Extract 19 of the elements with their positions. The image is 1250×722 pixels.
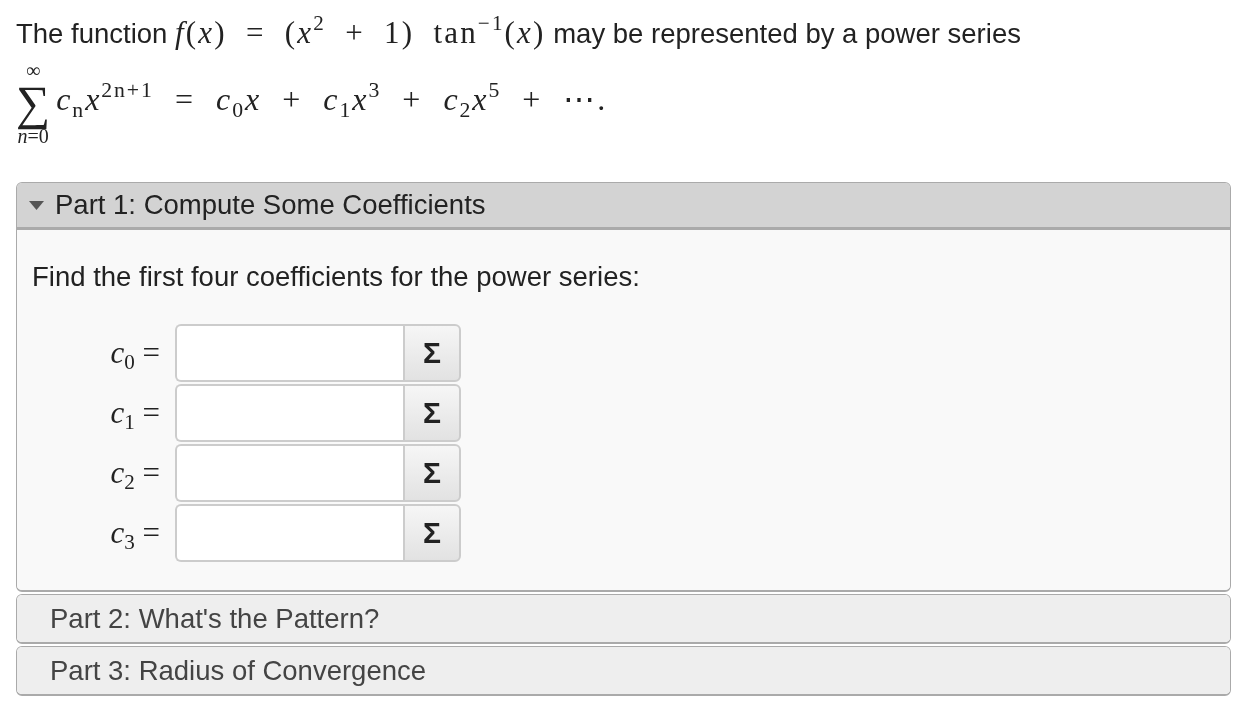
instruction-text: Find the first four coefficients for the power series: <box>32 260 640 294</box>
answer-label: c$_{3}$ = <box>109 515 160 551</box>
part-header[interactable]: Part 2: What's the Pattern? <box>17 595 1230 642</box>
series-formula: ∞ ∑ n=0 c$_{n}$x$^{2n+1}$ = c$_{0}$x + c$_{1}$x$^{3}$ + c$_{2}$x$^{5}$ + ⋯. <box>16 58 608 149</box>
part-header[interactable]: Part 1: Compute Some Coefficients <box>17 183 1230 230</box>
equation-editor-button[interactable]: Σ <box>403 324 461 382</box>
answer-label: c$_{1}$ = <box>109 395 160 431</box>
answer-label: c$_{2}$ = <box>109 455 160 491</box>
equation-editor-button[interactable]: Σ <box>403 504 461 562</box>
equation-editor-button[interactable]: Σ <box>403 384 461 442</box>
answer-label: c$_{0}$ = <box>109 335 160 371</box>
caret-icon <box>29 200 44 210</box>
answer-field[interactable] <box>175 324 403 382</box>
answer-field[interactable] <box>175 384 403 442</box>
problem-statement: The function f(x) = (x$^{2}$ + 1) tan$^{−1}$(x) may be represented by a power series <box>16 14 1021 52</box>
equation-editor-button[interactable]: Σ <box>403 444 461 502</box>
answer-field[interactable] <box>175 444 403 502</box>
answer-field[interactable] <box>175 504 403 562</box>
part-header[interactable]: Part 3: Radius of Convergence <box>17 647 1230 694</box>
